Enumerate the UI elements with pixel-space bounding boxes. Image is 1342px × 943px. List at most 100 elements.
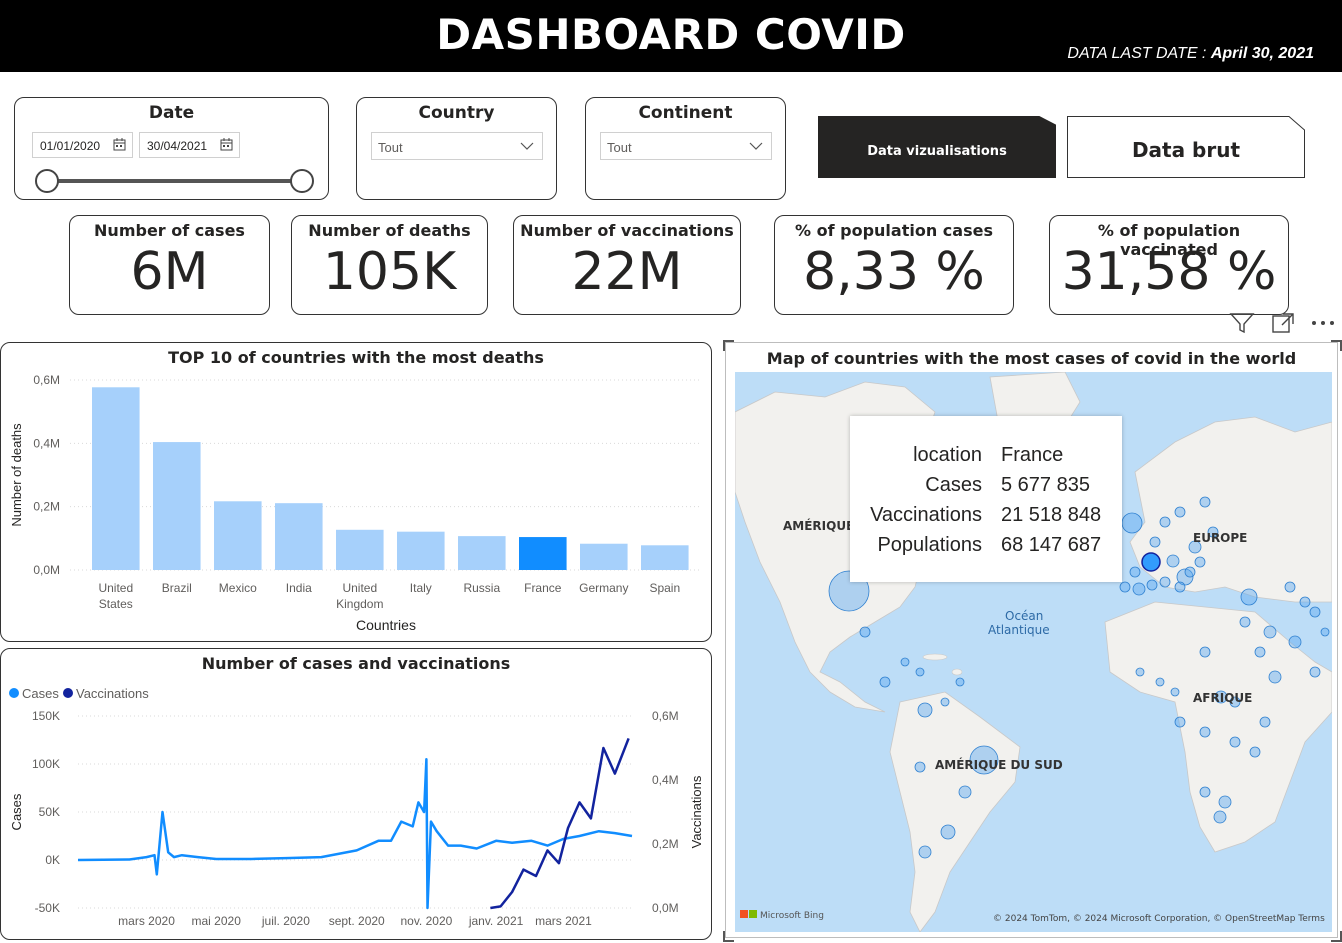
more-options-icon[interactable] — [1310, 318, 1336, 328]
line-x-tick: mai 2020 — [192, 914, 242, 928]
bar-brazil[interactable] — [153, 442, 201, 570]
country-bubble[interactable] — [1199, 496, 1211, 508]
country-bubble[interactable] — [1155, 677, 1165, 687]
end-date-input[interactable]: 30/04/2021 — [139, 132, 240, 158]
country-bubble[interactable] — [1199, 726, 1211, 738]
country-bubble[interactable] — [940, 697, 950, 707]
resize-handle[interactable] — [1331, 340, 1342, 351]
country-bubble[interactable] — [955, 677, 965, 687]
resize-handle[interactable] — [1331, 931, 1342, 942]
country-bubble[interactable] — [1249, 746, 1261, 758]
country-bubble[interactable] — [1259, 716, 1271, 728]
country-bubble[interactable] — [915, 667, 925, 677]
calendar-icon[interactable] — [220, 138, 233, 151]
country-bubble[interactable] — [1229, 736, 1241, 748]
country-bubble[interactable] — [1132, 582, 1146, 596]
country-bubble[interactable] — [918, 845, 932, 859]
country-bubble[interactable] — [1213, 810, 1227, 824]
country-bubble[interactable] — [914, 761, 926, 773]
map-copyright[interactable]: © 2024 TomTom, © 2024 Microsoft Corporat… — [993, 914, 1325, 924]
country-bubble[interactable] — [1218, 795, 1232, 809]
filter-icon[interactable] — [1229, 311, 1255, 335]
country-bubble[interactable] — [1149, 536, 1161, 548]
country-bubble[interactable] — [1121, 512, 1143, 534]
country-bubble[interactable] — [1159, 516, 1171, 528]
country-bubble[interactable] — [1194, 556, 1206, 568]
france-bubble-selected — [1141, 552, 1161, 572]
bar-russia[interactable] — [458, 536, 506, 570]
country-bubble[interactable] — [1199, 646, 1211, 658]
calendar-icon[interactable] — [113, 138, 126, 151]
resize-handle[interactable] — [723, 340, 734, 351]
bar-spain[interactable] — [641, 545, 689, 570]
bar-united-kingdom[interactable] — [336, 529, 384, 570]
focus-mode-icon[interactable] — [1271, 312, 1295, 334]
country-bubble[interactable] — [1240, 588, 1258, 606]
bar-germany[interactable] — [580, 543, 628, 570]
bar-italy[interactable] — [397, 531, 445, 570]
country-bubble[interactable] — [1174, 506, 1186, 518]
date-slider-start-handle[interactable] — [35, 169, 59, 193]
country-bubble[interactable] — [1299, 596, 1311, 608]
legend-cases-label[interactable]: Cases — [22, 686, 59, 701]
bar-united-states[interactable] — [92, 387, 140, 570]
country-bubble[interactable] — [1239, 616, 1251, 628]
line-y-right-tick: 0,2M — [652, 837, 679, 851]
country-bubble[interactable] — [1119, 581, 1131, 593]
caribbean-island — [951, 668, 963, 676]
kpi-label: Number of deaths — [308, 221, 471, 240]
country-bubble[interactable] — [1320, 627, 1330, 637]
legend-vaccinations-marker — [63, 688, 73, 698]
country-bubble[interactable] — [940, 824, 956, 840]
kpi-card-population-vaccinated: % of population vaccinated 31,58 % — [1049, 215, 1289, 315]
tooltip-row-populations: Populations 68 147 687 — [850, 534, 1122, 562]
map-tooltip: location France Cases 5 677 835 Vaccinatio… — [850, 416, 1122, 582]
series-vaccinations[interactable] — [490, 737, 630, 910]
continent-dropdown[interactable]: Tout — [600, 132, 772, 160]
date-slider-end-handle[interactable] — [290, 169, 314, 193]
chevron-down-icon — [749, 142, 763, 150]
country-bubble[interactable] — [1146, 579, 1158, 591]
country-bubble[interactable] — [1166, 554, 1180, 568]
country-bubble[interactable] — [1135, 667, 1145, 677]
country-bubble[interactable] — [879, 676, 891, 688]
country-bubble[interactable] — [859, 626, 871, 638]
country-dropdown[interactable]: Tout — [371, 132, 543, 160]
legend-cases-marker — [9, 688, 19, 698]
country-bubble[interactable] — [1159, 576, 1171, 588]
date-slider-track[interactable] — [49, 179, 303, 183]
country-bubble[interactable] — [1284, 581, 1296, 593]
bar-x-tick: France — [524, 581, 562, 595]
country-bubble[interactable] — [1170, 687, 1180, 697]
country-bubble[interactable] — [958, 785, 972, 799]
country-bubble[interactable] — [1184, 566, 1196, 578]
country-bubble[interactable] — [1129, 566, 1141, 578]
country-bubble[interactable] — [1309, 666, 1321, 678]
country-bubble[interactable] — [1288, 635, 1302, 649]
line-y-right-tick: 0,6M — [652, 709, 679, 723]
resize-handle[interactable] — [723, 931, 734, 942]
series-cases[interactable] — [77, 757, 633, 910]
line-x-tick: sept. 2020 — [329, 914, 385, 928]
bar-x-tick: Italy — [410, 581, 432, 595]
bar-france[interactable] — [519, 537, 567, 570]
country-bubble[interactable] — [1174, 581, 1186, 593]
country-bubble[interactable] — [1174, 716, 1186, 728]
continent-dropdown-value: Tout — [607, 140, 632, 155]
country-bubble[interactable] — [1263, 625, 1277, 639]
country-bubble[interactable] — [1309, 606, 1321, 618]
start-date-input[interactable]: 01/01/2020 — [32, 132, 133, 158]
data-brut-button[interactable]: Data brut — [1067, 116, 1305, 178]
bar-mexico[interactable] — [214, 501, 262, 570]
data-vizualisations-button[interactable]: Data vizualisations — [818, 116, 1056, 178]
country-dropdown-value: Tout — [378, 140, 403, 155]
country-bubble[interactable] — [1199, 786, 1211, 798]
country-bubble[interactable] — [1254, 646, 1266, 658]
tooltip-value: France — [1001, 444, 1064, 466]
kpi-value: 105K — [322, 242, 457, 302]
country-bubble[interactable] — [917, 702, 933, 718]
country-bubble[interactable] — [1268, 670, 1282, 684]
bar-india[interactable] — [275, 503, 323, 570]
legend-vaccinations-label[interactable]: Vaccinations — [76, 686, 149, 701]
country-bubble[interactable] — [900, 657, 910, 667]
